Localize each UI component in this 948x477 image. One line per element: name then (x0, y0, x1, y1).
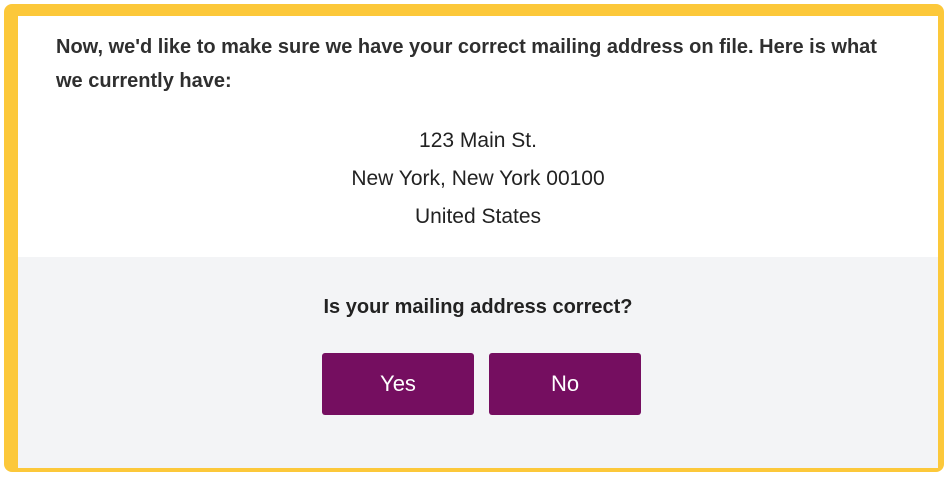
intro-text: Now, we'd like to make sure we have your… (56, 36, 877, 92)
address-confirmation-card: Now, we'd like to make sure we have your… (18, 16, 938, 468)
address-country: United States (414, 205, 542, 228)
confirmation-panel: Is your mailing address correct? Yes No (18, 257, 938, 468)
yes-button[interactable]: Yes (322, 353, 474, 415)
no-button[interactable]: No (489, 353, 641, 415)
address-street: 123 Main St. (419, 129, 537, 152)
highlight-frame: Now, we'd like to make sure we have your… (4, 4, 944, 472)
current-address: 123 Main St. New York, New York 00100 Un… (18, 122, 938, 236)
confirmation-question: Is your mailing address correct? (323, 296, 633, 318)
address-city-state-zip: New York, New York 00100 (351, 167, 605, 190)
